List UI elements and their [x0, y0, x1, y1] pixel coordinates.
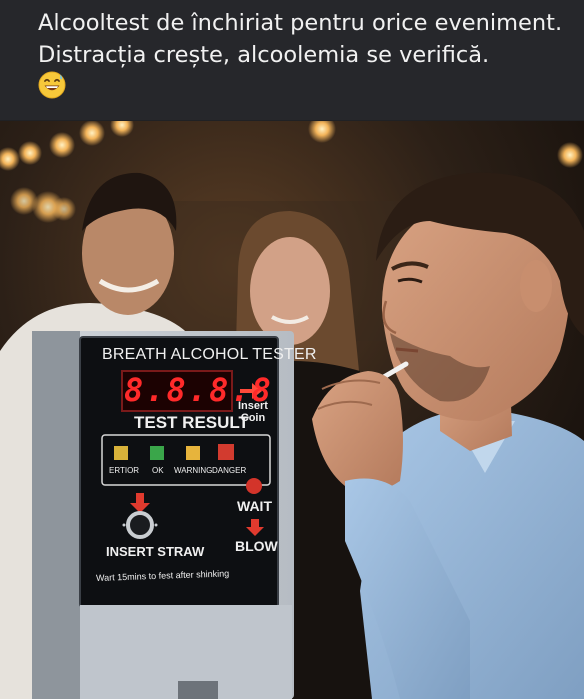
device-display: 8.8.8.8	[124, 371, 273, 409]
insert-straw-label: INSERT STRAW	[106, 544, 205, 559]
post-caption-line-1: Alcooltest de închiriat pentru orice eve…	[38, 10, 563, 36]
post-header: Alcooltest de închiriat pentru orice eve…	[0, 0, 584, 120]
level-label-danger: DANGER	[212, 466, 247, 475]
insert-coin-line-1: Insert	[238, 400, 268, 412]
blow-label: BLOW	[235, 538, 278, 554]
post-photo[interactable]: BREATH ALCOHOL TESTER 8.8.8.8 Insert Coi…	[0, 121, 584, 699]
wait-label: WAIT	[237, 498, 272, 514]
test-result-label: TEST RESULT	[134, 413, 249, 432]
device-title: BREATH ALCOHOL TESTER	[102, 346, 317, 363]
level-label-warning: WARNING	[174, 466, 213, 475]
post-caption-line-2: Distracția crește, alcoolemia se verific…	[38, 42, 490, 68]
grinning-sweat-emoji-icon	[38, 71, 66, 99]
level-label-ok: OK	[152, 466, 164, 475]
party-photo-illustration	[0, 121, 584, 699]
level-label-ertior: ERTIOR	[109, 466, 140, 475]
